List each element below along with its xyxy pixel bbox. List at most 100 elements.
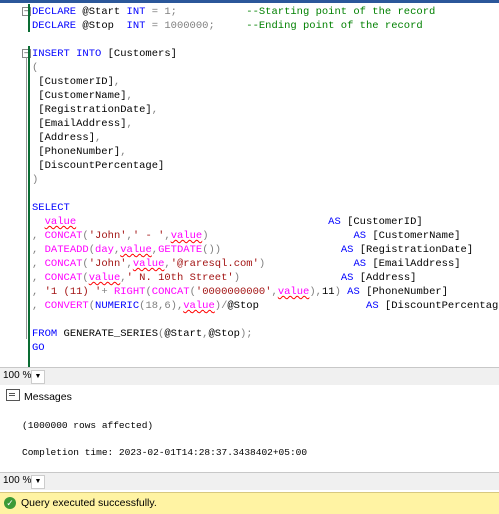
- code-token: ,: [32, 286, 45, 298]
- code-token: @Stop: [82, 20, 127, 32]
- code-token: value: [170, 230, 203, 242]
- code-token: value: [120, 244, 152, 256]
- change-marker: [28, 46, 30, 367]
- code-token: INT: [126, 6, 152, 18]
- code-token: CONCAT: [44, 272, 83, 284]
- code-line[interactable]: , '1 (11) '+ RIGHT(CONCAT('0000000000',v…: [32, 285, 448, 299]
- results-zoom-bar: 100 % ▼: [0, 472, 499, 490]
- chevron-down-icon[interactable]: ▼: [31, 370, 45, 384]
- results-zoom-select[interactable]: 100 % ▼: [1, 474, 47, 489]
- code-line[interactable]: ): [32, 173, 38, 187]
- code-token: ' N. 10th Street': [126, 272, 234, 284]
- code-line[interactable]: value AS [CustomerID]: [32, 215, 423, 229]
- code-token: --Starting point of the record: [246, 6, 436, 18]
- code-token: @Start: [82, 6, 127, 18]
- code-token: AS: [328, 216, 348, 228]
- code-token: [Customers]: [107, 48, 177, 60]
- code-token: [CustomerName]: [32, 90, 127, 102]
- code-token: ()): [202, 244, 222, 256]
- editor-top-border: [0, 0, 499, 3]
- code-token: ,: [126, 118, 133, 130]
- code-line[interactable]: [DiscountPercentage]: [32, 159, 164, 173]
- query-editor[interactable]: DECLARE @Start INT = 1; --Starting point…: [0, 0, 499, 367]
- code-token: CONCAT: [44, 230, 83, 242]
- code-token: ,: [113, 76, 121, 88]
- tab-messages[interactable]: Messages: [6, 389, 72, 405]
- code-line[interactable]: DECLARE @Start INT = 1; --Starting point…: [32, 5, 435, 19]
- chevron-down-icon[interactable]: ▼: [31, 475, 45, 489]
- code-token: = 1000000;: [151, 20, 247, 32]
- code-token: '0000000000': [195, 286, 272, 298]
- code-token: CONCAT: [151, 286, 190, 298]
- tab-messages-label: Messages: [24, 391, 72, 403]
- change-marker: [28, 4, 30, 32]
- editor-zoom-select[interactable]: 100 % ▼: [1, 369, 47, 384]
- code-token: day: [95, 244, 114, 256]
- code-token: AS: [340, 244, 360, 256]
- code-token: value: [183, 300, 215, 312]
- code-line[interactable]: [CustomerID],: [32, 75, 120, 89]
- code-token: AS: [353, 230, 373, 242]
- status-bar: ✓ Query executed successfully.: [0, 492, 499, 514]
- code-token: SELECT: [32, 202, 70, 214]
- code-token: value: [44, 216, 77, 228]
- results-zoom-value: 100 %: [3, 475, 32, 486]
- code-token: value: [132, 258, 165, 270]
- rows-affected-message: (1000000 rows affected): [22, 420, 154, 431]
- code-token: GETDATE: [158, 244, 203, 256]
- code-token: '@raresql.com': [170, 258, 259, 270]
- code-line[interactable]: SELECT: [32, 201, 70, 215]
- code-line[interactable]: , CONCAT('John',value,'@raresql.com') AS…: [32, 257, 461, 271]
- code-line[interactable]: , CONVERT(NUMERIC(18,6),value)/@Stop AS …: [32, 299, 499, 313]
- editor-zoom-value: 100 %: [3, 370, 32, 381]
- code-token: ,: [32, 244, 45, 256]
- check-circle-icon: ✓: [4, 497, 16, 509]
- code-token: ' - ': [132, 230, 165, 242]
- code-line[interactable]: [CustomerName],: [32, 89, 133, 103]
- code-token: FROM: [32, 328, 64, 340]
- code-line[interactable]: , DATEADD(day,value,GETDATE()) AS [Regis…: [32, 243, 473, 257]
- code-token: [CustomerID]: [32, 76, 114, 88]
- code-line[interactable]: [RegistrationDate],: [32, 103, 158, 117]
- code-line[interactable]: DECLARE @Stop INT = 1000000; --Ending po…: [32, 19, 423, 33]
- messages-panel[interactable]: (1000000 rows affected) Completion time:…: [0, 408, 499, 470]
- code-line[interactable]: [PhoneNumber],: [32, 145, 126, 159]
- code-line[interactable]: [Address],: [32, 131, 101, 145]
- code-line[interactable]: INSERT INTO [Customers]: [32, 47, 177, 61]
- code-token: );: [239, 328, 253, 340]
- code-token: value: [277, 286, 310, 298]
- results-tab-bar: Messages: [0, 386, 499, 409]
- messages-icon: [6, 389, 20, 401]
- code-line[interactable]: FROM GENERATE_SERIES(@Start,@Stop);: [32, 327, 253, 341]
- code-line[interactable]: [EmailAddress],: [32, 117, 133, 131]
- code-token: '1 (11) ': [44, 286, 102, 298]
- code-token: = 1;: [151, 6, 247, 18]
- code-line[interactable]: , CONCAT('John',' - ',value) AS [Custome…: [32, 229, 461, 243]
- code-token: [CustomerName]: [372, 230, 461, 242]
- code-token: ,: [32, 230, 45, 242]
- code-token: )/: [214, 300, 228, 312]
- status-text: Query executed successfully.: [21, 497, 157, 509]
- code-token: 'John': [88, 258, 127, 270]
- editor-zoom-bar: 100 % ▼: [0, 367, 499, 385]
- code-token: 11: [321, 286, 335, 298]
- code-token: value: [88, 272, 121, 284]
- code-line[interactable]: , CONCAT(value,' N. 10th Street') AS [Ad…: [32, 271, 416, 285]
- code-token: GENERATE_SERIES: [63, 328, 159, 340]
- code-line[interactable]: GO: [32, 341, 45, 355]
- code-token: ): [32, 174, 39, 186]
- code-token: @Start: [164, 328, 203, 340]
- code-token: NUMERIC: [95, 300, 140, 312]
- code-token: ,: [32, 272, 45, 284]
- code-token: (: [32, 62, 39, 74]
- code-token: ),: [309, 286, 322, 298]
- code-token: [DiscountPercentage]: [32, 160, 165, 172]
- code-line[interactable]: (: [32, 61, 38, 75]
- code-token: AS: [366, 300, 385, 312]
